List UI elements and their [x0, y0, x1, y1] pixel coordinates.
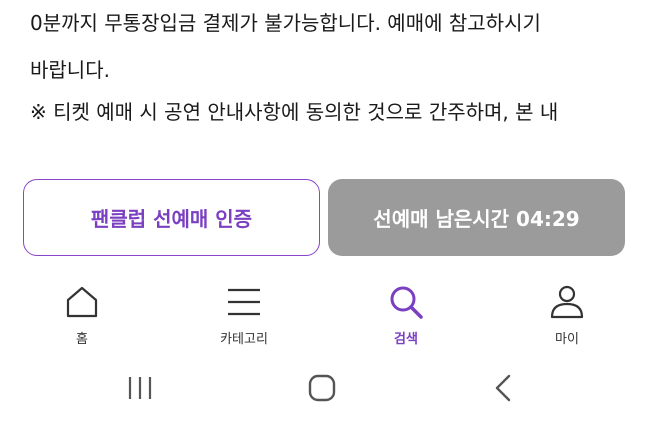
system-navigation-bar: [0, 360, 648, 416]
search-icon: [390, 286, 423, 319]
nav-label-search: 검색: [394, 332, 418, 347]
notice-line-2: 바랍니다.: [30, 58, 110, 82]
presale-timer-button[interactable]: 선예매 남은시간 04:29: [328, 179, 625, 256]
notice-line-3: ※ 티켓 예매 시 공연 안내사항에 동의한 것으로 간주하며, 본 내: [30, 100, 559, 124]
presale-timer-label: 선예매 남은시간 04:29: [373, 207, 580, 231]
nav-label-category: 카테고리: [220, 332, 268, 347]
fanclub-presale-auth-button[interactable]: 팬클럽 선예매 인증: [23, 179, 320, 256]
menu-icon: [228, 288, 260, 316]
nav-item-search[interactable]: 검색: [346, 270, 466, 350]
back-icon[interactable]: [484, 368, 524, 408]
nav-item-my[interactable]: 마이: [507, 270, 627, 350]
nav-item-category[interactable]: 카테고리: [184, 270, 304, 350]
recent-apps-icon[interactable]: [120, 368, 160, 408]
system-home-icon[interactable]: [302, 368, 342, 408]
fanclub-presale-auth-label: 팬클럽 선예매 인증: [90, 207, 253, 231]
bottom-navigation: 홈 카테고리 검색 마이: [0, 270, 648, 350]
user-icon: [550, 285, 584, 319]
nav-label-my: 마이: [555, 332, 579, 347]
notice-line-1: 0분까지 무통장입금 결제가 불가능합니다. 예매에 참고하시기: [30, 11, 541, 35]
nav-item-home[interactable]: 홈: [22, 270, 142, 350]
home-icon: [66, 286, 98, 318]
nav-label-home: 홈: [76, 332, 88, 347]
